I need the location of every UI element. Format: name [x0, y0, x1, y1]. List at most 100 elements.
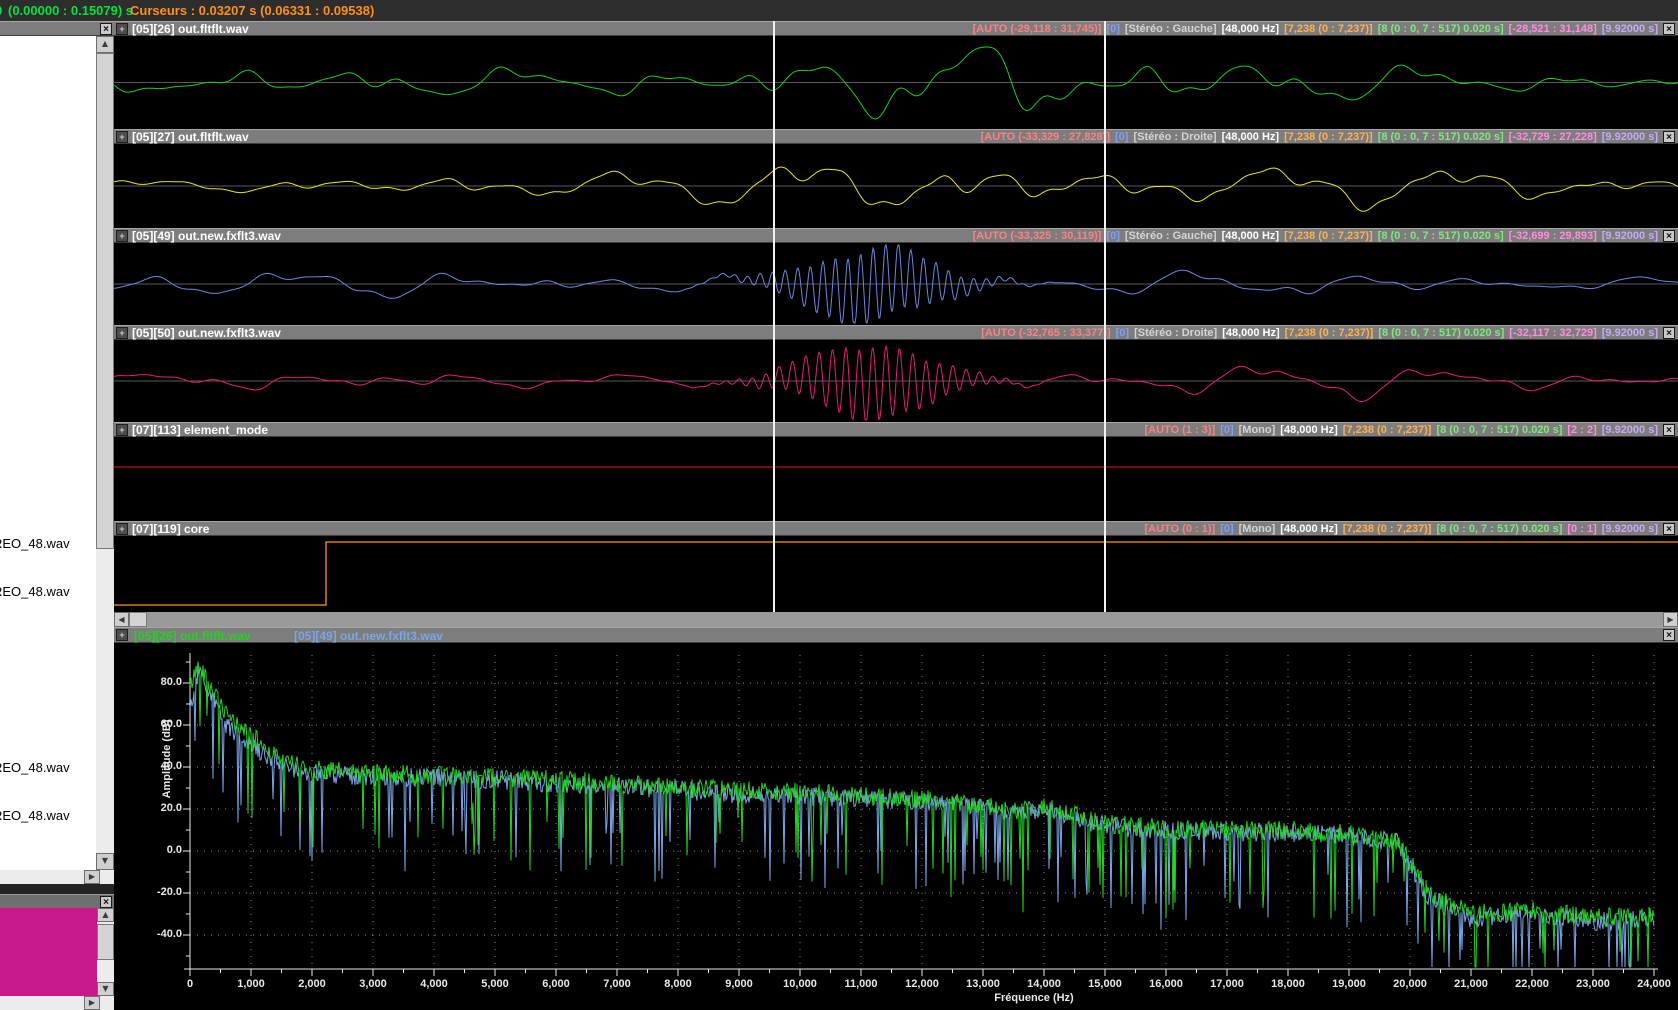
close-icon[interactable]: ×	[1663, 523, 1675, 535]
status-frames: [7,238 (0 : 7,237)]	[1343, 424, 1432, 436]
file-list-panel: REO_48.wav REO_48.wav REO_48.wav REO_48.…	[0, 36, 96, 870]
x-tick-label: 0	[160, 978, 220, 990]
track-header-5[interactable]: + [07][113] element_mode [AUTO (1 : 3)][…	[114, 422, 1678, 437]
sidebar-hscrollbar[interactable]: ▶	[0, 870, 114, 884]
track-status: [AUTO (-33,329 : 27,828)][0][Stéréo : Dr…	[976, 130, 1658, 144]
x-tick-label: 14,000	[1014, 978, 1074, 990]
status-index: [0]	[1220, 523, 1233, 535]
audio-analyzer-window: 0 (0.00000 : 0.15079) s Curseurs : 0.032…	[0, 0, 1678, 1010]
scroll-right-icon[interactable]: ▶	[84, 996, 100, 1010]
track-title: [05][26] out.fltflt.wav	[132, 22, 249, 36]
status-index: [0]	[1106, 23, 1119, 35]
detach-icon[interactable]: +	[116, 23, 128, 35]
close-icon[interactable]: ×	[100, 23, 112, 35]
status-range: [-32,729 : 27,228]	[1509, 131, 1597, 143]
waveform-path	[114, 167, 1678, 211]
track-header-4[interactable]: + [05][50] out.new.fxflt3.wav [AUTO (-32…	[114, 325, 1678, 340]
spectrum-series-label-green[interactable]: [05][26] out.fltflt.wav	[134, 629, 251, 643]
panel-splitter[interactable]	[0, 884, 114, 894]
track-header-2[interactable]: + [05][27] out.fltflt.wav [AUTO (-33,329…	[114, 129, 1678, 144]
scroll-right-icon[interactable]: ▶	[84, 870, 100, 884]
track-title: [05][27] out.fltflt.wav	[132, 130, 249, 144]
detach-icon[interactable]: +	[116, 629, 128, 641]
close-icon[interactable]: ×	[1663, 629, 1675, 641]
close-icon[interactable]: ×	[1663, 230, 1675, 242]
cursors-label: Curseurs : 0.03207 s (0.06331 : 0.09538)	[130, 0, 374, 21]
spectrum-plot[interactable]: Amplitude (dB) Fréquence (Hz) 80.060.040…	[114, 643, 1678, 1010]
spectrum-svg	[114, 643, 1678, 1010]
waveform-svg	[114, 144, 1678, 228]
waveform-svg	[114, 243, 1678, 325]
waveform-svg	[114, 437, 1678, 521]
x-tick-label: 22,000	[1502, 978, 1562, 990]
close-icon[interactable]: ×	[100, 896, 112, 908]
cursor-line-right[interactable]	[1104, 21, 1106, 612]
track-header-6[interactable]: + [07][119] core [AUTO (0 : 1)][0][Mono]…	[114, 521, 1678, 536]
status-auto: [AUTO (-29,118 : 31,745)]	[973, 23, 1102, 35]
cursor-line-left[interactable]	[773, 21, 775, 612]
spectrum-series-label-blue[interactable]: [05][49] out.new.fxflt3.wav	[294, 629, 443, 643]
detach-icon[interactable]: +	[116, 230, 128, 242]
x-tick-label: 2,000	[282, 978, 342, 990]
status-duration: [9.92000 s]	[1602, 23, 1658, 35]
sidebar-vscrollbar[interactable]: ▲ ▼	[96, 36, 114, 870]
list-item[interactable]: REO_48.wav	[0, 808, 70, 823]
close-icon[interactable]: ×	[1663, 327, 1675, 339]
x-tick-label: 16,000	[1136, 978, 1196, 990]
scroll-down-icon[interactable]: ▼	[96, 853, 114, 870]
scrollbar-thumb[interactable]	[129, 612, 147, 627]
waveform-track-3[interactable]	[114, 243, 1678, 325]
spectrum-header[interactable]: + [05][26] out.fltflt.wav [05][49] out.n…	[114, 627, 1678, 643]
range-prefix: 0	[0, 0, 2, 21]
status-range: [2 : 2]	[1567, 424, 1596, 436]
waveform-svg	[114, 36, 1678, 129]
scroll-down-icon[interactable]: ▼	[97, 982, 114, 996]
waveform-path	[114, 542, 1678, 605]
status-duration: [9.92000 s]	[1602, 131, 1658, 143]
status-duration: [9.92000 s]	[1602, 327, 1658, 339]
list-item[interactable]: REO_48.wav	[0, 536, 70, 551]
scroll-left-icon[interactable]: ◀	[114, 612, 129, 627]
close-icon[interactable]: ×	[1663, 23, 1675, 35]
timeline-hscrollbar[interactable]: ◀ ▶	[114, 612, 1678, 627]
x-tick-label: 5,000	[465, 978, 525, 990]
detach-icon[interactable]: +	[116, 523, 128, 535]
status-blocks: [8 (0 : 0, 7 : 517) 0.020 s]	[1436, 523, 1562, 535]
swatch-hscrollbar[interactable]: ▶	[0, 996, 114, 1010]
top-status-bar: 0 (0.00000 : 0.15079) s Curseurs : 0.032…	[0, 0, 1678, 22]
status-frames: [7,238 (0 : 7,237)]	[1284, 230, 1373, 242]
scroll-up-icon[interactable]: ▲	[97, 908, 114, 922]
sidebar-header[interactable]: ×	[0, 21, 114, 36]
status-channel: [Stéréo : Droite]	[1133, 131, 1216, 143]
status-duration: [9.92000 s]	[1602, 523, 1658, 535]
close-icon[interactable]: ×	[1663, 424, 1675, 436]
detach-icon[interactable]: +	[116, 424, 128, 436]
status-range: [-28,521 : 31,148]	[1509, 23, 1597, 35]
track-header-3[interactable]: + [05][49] out.new.fxflt3.wav [AUTO (-33…	[114, 228, 1678, 243]
track-title: [05][50] out.new.fxflt3.wav	[132, 326, 281, 340]
detach-icon[interactable]: +	[116, 131, 128, 143]
swatch-panel-header[interactable]: ×	[0, 894, 114, 908]
track-header-1[interactable]: + [05][26] out.fltflt.wav [AUTO (-29,118…	[114, 21, 1678, 36]
scrollbar-thumb[interactable]	[96, 53, 114, 549]
x-tick-label: 11,000	[831, 978, 891, 990]
detach-icon[interactable]: +	[116, 327, 128, 339]
waveform-track-6[interactable]	[114, 536, 1678, 612]
list-item[interactable]: REO_48.wav	[0, 760, 70, 775]
status-auto: [AUTO (-33,325 : 30,119)]	[973, 230, 1102, 242]
swatch-vscrollbar[interactable]: ▲ ▼	[97, 908, 114, 996]
x-tick-label: 4,000	[404, 978, 464, 990]
x-tick-label: 18,000	[1258, 978, 1318, 990]
close-icon[interactable]: ×	[1663, 131, 1675, 143]
waveform-track-5[interactable]	[114, 437, 1678, 521]
scrollbar-thumb[interactable]	[97, 924, 114, 960]
x-axis-label: Fréquence (Hz)	[814, 992, 1254, 1004]
status-samplerate: [48,000 Hz]	[1222, 23, 1279, 35]
scroll-up-icon[interactable]: ▲	[96, 36, 114, 53]
waveform-track-2[interactable]	[114, 144, 1678, 228]
list-item[interactable]: REO_48.wav	[0, 584, 70, 599]
waveform-track-1[interactable]	[114, 36, 1678, 129]
waveform-track-4[interactable]	[114, 340, 1678, 422]
scroll-right-icon[interactable]: ▶	[1663, 612, 1678, 627]
status-duration: [9.92000 s]	[1602, 424, 1658, 436]
